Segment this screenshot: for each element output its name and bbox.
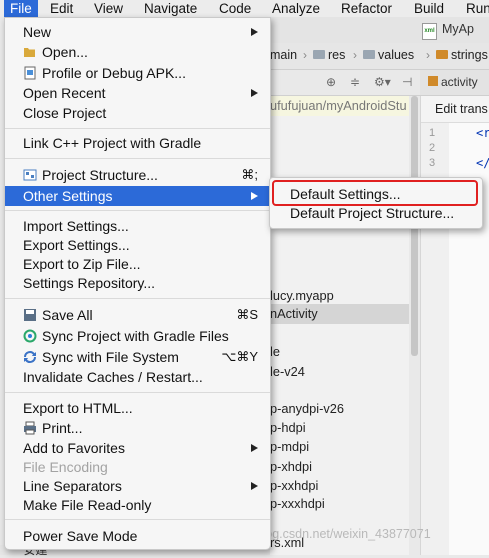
menu-item-export-settings[interactable]: Export Settings...	[5, 235, 270, 255]
submenu-arrow-icon	[251, 444, 258, 452]
menu-divider	[5, 392, 270, 393]
line-number: 3	[429, 157, 436, 169]
breadcrumb-main[interactable]: main	[270, 48, 297, 62]
project-structure-icon	[23, 169, 37, 181]
gradle-sync-icon	[23, 329, 37, 343]
tree-item[interactable]: p-xxxhdpi	[270, 494, 325, 514]
submenu-item-default-project-structure[interactable]: Default Project Structure...	[290, 205, 454, 221]
editor-notification: Edit trans	[421, 96, 489, 123]
menu-view[interactable]: View	[94, 0, 123, 17]
file-menu: New Open... Profile or Debug APK... Open…	[4, 17, 271, 550]
tree-item[interactable]: le	[270, 342, 280, 362]
menu-divider	[5, 128, 270, 129]
menu-item-sync-filesystem[interactable]: Sync with File System ⌥⌘Y	[5, 347, 270, 367]
xml-file-icon: xml	[422, 23, 437, 40]
breadcrumb-values[interactable]: values	[363, 48, 414, 62]
menu-item-new[interactable]: New	[5, 22, 270, 42]
window-title: MyAp	[442, 22, 474, 36]
menu-item-line-separators[interactable]: Line Separators	[5, 476, 270, 496]
menu-item-export-html[interactable]: Export to HTML...	[5, 398, 270, 418]
project-tree: ufufujuan/myAndroidStu lucy.myapp nActiv…	[270, 96, 409, 555]
project-toolbar: ⊕ ≑ ⚙▾ ⊣	[270, 70, 420, 96]
menu-item-import-settings[interactable]: Import Settings...	[5, 216, 270, 236]
tree-item[interactable]: lucy.myapp	[270, 286, 334, 306]
breadcrumb-strings[interactable]: strings.x	[436, 48, 489, 62]
menu-item-make-readonly[interactable]: Make File Read-only	[5, 495, 270, 515]
chevron-right-icon: ›	[426, 48, 430, 62]
menu-item-project-structure[interactable]: Project Structure... ⌘;	[5, 165, 270, 185]
menu-item-close-project[interactable]: Close Project	[5, 103, 270, 123]
hide-icon[interactable]: ⊣	[402, 75, 412, 89]
submenu-arrow-icon	[251, 28, 258, 36]
tree-item-selected[interactable]: nActivity	[270, 304, 409, 324]
tree-item[interactable]: p-xhdpi	[270, 457, 312, 477]
menu-code[interactable]: Code	[219, 0, 251, 17]
submenu-arrow-icon	[251, 89, 258, 97]
breadcrumb-res[interactable]: res	[313, 48, 345, 62]
menu-refactor[interactable]: Refactor	[341, 0, 392, 17]
menu-item-print[interactable]: Print...	[5, 418, 270, 438]
menu-item-add-favorites[interactable]: Add to Favorites	[5, 438, 270, 458]
xml-file-icon	[428, 76, 438, 86]
code-editor[interactable]: Edit trans 1 2 3 <r </	[420, 96, 489, 555]
target-icon[interactable]: ⊕	[326, 75, 336, 89]
menu-item-link-cpp[interactable]: Link C++ Project with Gradle	[5, 133, 270, 153]
save-icon	[24, 309, 36, 321]
chevron-right-icon: ›	[303, 48, 307, 62]
gear-icon[interactable]: ⚙▾	[374, 75, 391, 89]
tree-item[interactable]: le-v24	[270, 362, 305, 382]
xml-file-icon	[436, 50, 448, 60]
menu-build[interactable]: Build	[414, 0, 444, 17]
menu-item-other-settings[interactable]: Other Settings	[5, 186, 270, 206]
line-number: 1	[429, 127, 436, 139]
apk-icon	[24, 66, 36, 80]
annotation-highlight-box	[272, 180, 478, 206]
tree-item[interactable]: p-mdpi	[270, 437, 309, 457]
menu-navigate[interactable]: Navigate	[144, 0, 197, 17]
folder-open-icon	[24, 48, 35, 57]
tree-item[interactable]: p-hdpi	[270, 418, 306, 438]
collapse-icon[interactable]: ≑	[350, 75, 360, 89]
menu-divider	[5, 210, 270, 211]
menu-item-settings-repository[interactable]: Settings Repository...	[5, 273, 270, 293]
menu-edit[interactable]: Edit	[50, 0, 73, 17]
menu-item-open[interactable]: Open...	[5, 42, 270, 62]
code-line: </	[476, 156, 489, 170]
menu-bar: File Edit View Navigate Code Analyze Ref…	[0, 0, 489, 17]
menu-item-sync-gradle[interactable]: Sync Project with Gradle Files	[5, 326, 270, 346]
project-path: ufufujuan/myAndroidStu	[270, 96, 409, 116]
breadcrumb: main › res › values › strings.x	[270, 43, 489, 70]
line-number: 2	[429, 142, 436, 154]
menu-item-file-encoding: File Encoding	[23, 459, 108, 475]
print-icon	[24, 421, 36, 435]
editor-tabs: activity	[420, 70, 489, 96]
menu-item-power-save[interactable]: Power Save Mode	[5, 526, 270, 546]
tab-activity[interactable]: activity	[428, 75, 478, 89]
sync-icon	[24, 351, 36, 363]
chevron-right-icon: ›	[353, 48, 357, 62]
submenu-arrow-icon	[251, 482, 258, 490]
submenu-arrow-icon	[251, 192, 258, 200]
menu-divider	[5, 298, 270, 299]
code-line: <r	[476, 126, 489, 140]
menu-file[interactable]: File	[4, 0, 38, 17]
menu-item-export-zip[interactable]: Export to Zip File...	[5, 254, 270, 274]
tree-item[interactable]: p-xxhdpi	[270, 476, 318, 496]
window-title-bar: xml MyAp	[270, 17, 489, 43]
menu-divider	[5, 158, 270, 159]
tree-item[interactable]: p-anydpi-v26	[270, 399, 344, 419]
menu-divider	[5, 519, 270, 520]
folder-icon	[313, 50, 325, 60]
menu-analyze[interactable]: Analyze	[272, 0, 320, 17]
folder-icon	[363, 50, 375, 60]
menu-item-open-recent[interactable]: Open Recent	[5, 83, 270, 103]
menu-item-invalidate-caches[interactable]: Invalidate Caches / Restart...	[5, 367, 270, 387]
menu-item-profile-apk[interactable]: Profile or Debug APK...	[5, 63, 270, 83]
menu-run[interactable]: Run	[466, 0, 489, 17]
menu-item-save-all[interactable]: Save All ⌘S	[5, 305, 270, 325]
